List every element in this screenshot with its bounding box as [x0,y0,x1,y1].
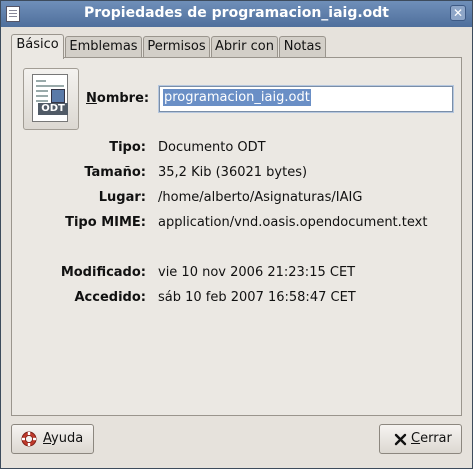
tab-permisos[interactable]: Permisos [143,36,210,58]
tab-basico[interactable]: Básico [11,34,64,59]
lifebuoy-icon [21,431,37,447]
close-x-icon [394,433,407,446]
type-label: Tipo: [109,140,146,155]
accessed-label: Accedido: [74,290,147,305]
modified-value: vie 10 nov 2006 21:23:15 CET [158,265,356,280]
tab-abrir-con[interactable]: Abrir con [211,36,278,58]
location-value: /home/alberto/Asignaturas/IAIG [158,190,363,205]
properties-dialog: Propiedades de programacion_iaig.odt ✕ B… [0,0,473,469]
close-icon: ✕ [452,6,464,20]
file-icon-button[interactable]: ODT [23,68,79,130]
tab-label: Abrir con [215,39,274,54]
size-value: 35,2 Kib (36021 bytes) [158,165,308,180]
name-field[interactable]: programacion_iaig.odt [158,85,454,113]
tab-label: Notas [283,39,322,54]
close-button-label: Cerrar [411,431,452,446]
odt-badge: ODT [38,103,68,115]
type-value: Documento ODT [158,140,266,155]
name-label: Nombre: [86,91,150,106]
window-close-button[interactable]: ✕ [450,5,466,21]
location-label: Lugar: [98,190,146,205]
tab-label: Permisos [147,39,206,54]
title-bar[interactable]: Propiedades de programacion_iaig.odt ✕ [1,1,472,27]
size-label: Tamaño: [84,165,146,180]
tab-notas[interactable]: Notas [279,36,326,58]
help-button-label: Ayuda [43,431,84,446]
mime-type-value: application/vnd.oasis.opendocument.text [158,215,428,230]
accessed-value: sáb 10 feb 2007 16:58:47 CET [158,290,356,305]
help-button[interactable]: Ayuda [11,424,94,454]
basic-tab-panel: ODT Nombre: programacion_iaig.odt Tipo: … [11,57,462,416]
tab-label: Emblemas [69,39,138,54]
window-title: Propiedades de programacion_iaig.odt [83,5,390,21]
tab-label: Básico [16,37,59,52]
close-button[interactable]: Cerrar [379,424,462,454]
modified-label: Modificado: [60,265,146,280]
name-field-value: programacion_iaig.odt [163,89,311,106]
mime-type-label: Tipo MIME: [65,215,146,230]
tab-emblemas[interactable]: Emblemas [65,36,142,58]
